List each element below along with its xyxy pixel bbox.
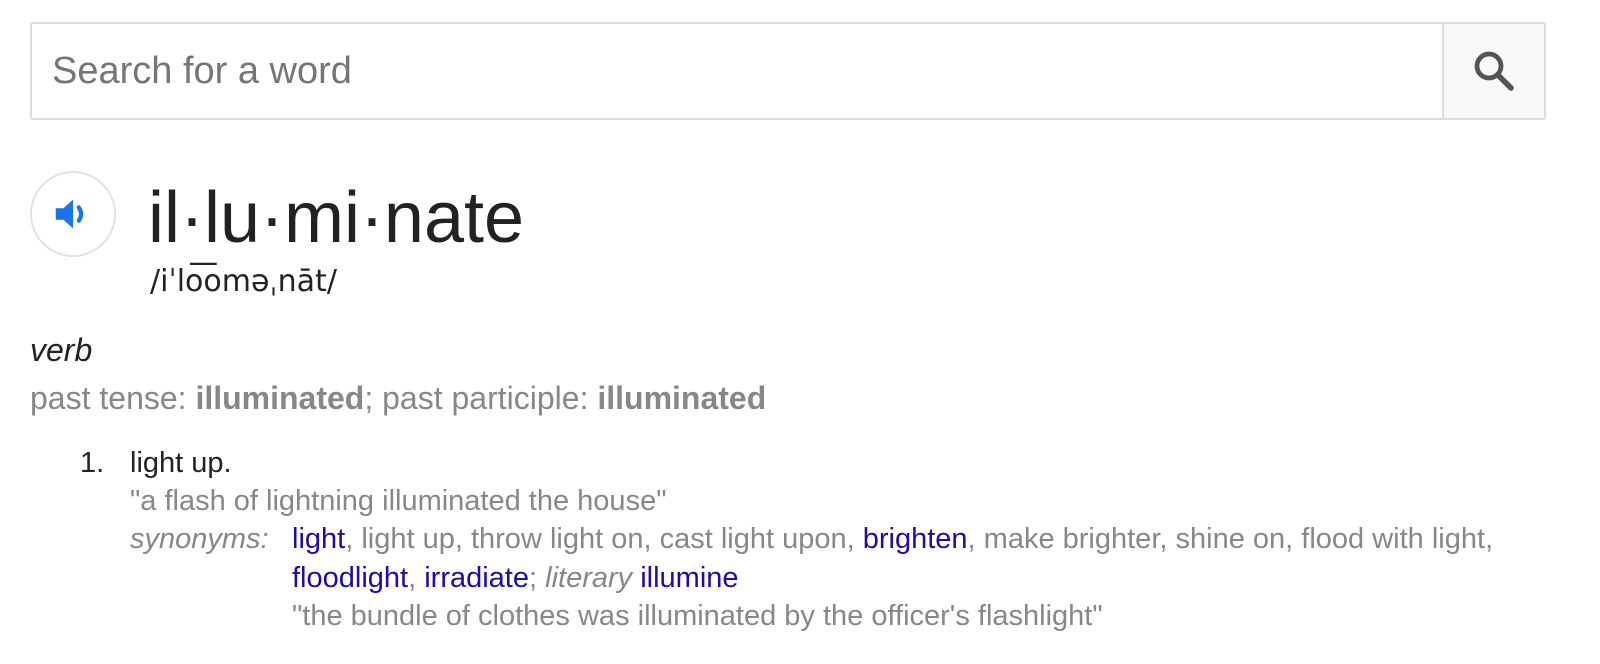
- part-of-speech: verb: [30, 332, 93, 368]
- synonym-separator: ,: [1285, 523, 1302, 555]
- inflections: past tense: illuminated; past participle…: [30, 378, 766, 418]
- inflection-separator: ;: [364, 380, 383, 416]
- synonym-link-illumine[interactable]: illumine: [640, 562, 738, 594]
- inflection-value-past-participle: illuminated: [597, 380, 767, 416]
- synonyms-list: light, light up, throw light on, cast li…: [292, 520, 1552, 636]
- sense-definition: light up.: [130, 447, 232, 479]
- pronunciation: /iˈlo͞oməˌnāt/: [150, 264, 337, 299]
- synonym-separator: ,: [408, 561, 425, 594]
- synonym-separator: ,: [345, 523, 362, 555]
- synonym-throw-light-on: throw light on: [470, 523, 644, 555]
- inflection-value-past-tense: illuminated: [195, 380, 365, 416]
- search-bar: [30, 22, 1546, 120]
- search-input[interactable]: [32, 24, 1442, 118]
- synonym-shine-on: shine on: [1175, 523, 1286, 555]
- speaker-icon: [55, 199, 84, 229]
- synonym-light-up: light up: [361, 523, 455, 555]
- synonym-separator: ,: [1485, 523, 1494, 555]
- inflection-label-past-tense: past tense:: [30, 380, 196, 416]
- synonym-separator: ,: [1159, 523, 1176, 555]
- register-label: literary: [545, 561, 633, 594]
- synonym-make-brighter: make brighter: [983, 523, 1160, 555]
- synonym-separator: ,: [846, 523, 863, 555]
- sense-number: 1.: [80, 447, 105, 479]
- synonym-link-irradiate[interactable]: irradiate: [424, 562, 529, 594]
- search-button[interactable]: [1442, 24, 1544, 118]
- synonym-link-light[interactable]: light: [292, 523, 345, 555]
- synonym-flood-with-light: flood with light: [1301, 523, 1486, 555]
- synonym-cast-light-upon: cast light upon: [659, 523, 847, 555]
- synonym-items: light, light up, throw light on, cast li…: [292, 523, 1493, 594]
- synonyms-label: synonyms:: [130, 523, 269, 555]
- play-pronunciation-button[interactable]: [30, 171, 116, 257]
- sense-example: "a flash of lightning illuminated the ho…: [130, 485, 667, 517]
- synonym-separator: ,: [454, 523, 471, 555]
- headword: il·lu·mi·nate: [148, 178, 525, 258]
- search-icon: [1474, 51, 1514, 91]
- synonym-separator: ;: [529, 561, 546, 594]
- synonym-link-brighten[interactable]: brighten: [863, 523, 968, 555]
- synonym-example: "the bundle of clothes was illuminated b…: [292, 600, 1103, 632]
- synonym-separator: ,: [967, 523, 984, 555]
- synonym-separator: ,: [643, 523, 660, 555]
- inflection-label-past-participle: past participle:: [382, 380, 598, 416]
- synonym-link-floodlight[interactable]: floodlight: [292, 562, 408, 594]
